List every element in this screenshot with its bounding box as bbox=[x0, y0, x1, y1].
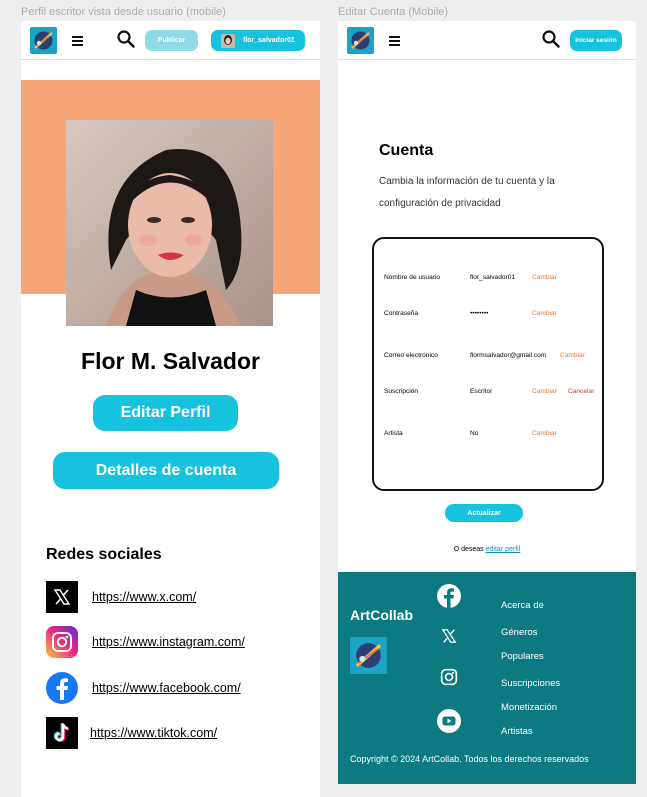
menu-icon[interactable] bbox=[72, 36, 83, 48]
social-link-tiktok[interactable]: https://www.tiktok.com/ bbox=[90, 726, 217, 740]
instagram-icon bbox=[46, 626, 78, 658]
footer-link-monetization[interactable]: Monetización bbox=[501, 702, 557, 713]
youtube-icon[interactable] bbox=[437, 709, 461, 733]
social-row-facebook: https://www.facebook.com/ bbox=[46, 672, 306, 704]
socials-title: Redes sociales bbox=[46, 546, 162, 563]
publish-button[interactable]: Publicar bbox=[145, 30, 198, 51]
change-subscription-link[interactable]: Cambiar bbox=[532, 388, 557, 395]
footer-link-subscriptions[interactable]: Suscripciones bbox=[501, 678, 560, 689]
account-title: Cuenta bbox=[379, 142, 434, 159]
top-navbar: Publicar flor_salvador01 bbox=[21, 21, 320, 60]
edit-profile-prefix: O deseas bbox=[453, 546, 484, 553]
row-value-subscription: Escritor bbox=[470, 388, 493, 395]
profile-photo bbox=[66, 120, 273, 326]
social-row-instagram: https://www.instagram.com/ bbox=[46, 626, 306, 658]
instagram-icon[interactable] bbox=[437, 665, 461, 689]
menu-icon[interactable] bbox=[389, 36, 400, 48]
frame-title-account: Editar Cuenta (Mobile) bbox=[338, 6, 449, 18]
artcollab-logo[interactable] bbox=[347, 27, 374, 54]
row-label-subscription: Suscripción bbox=[384, 388, 419, 395]
edit-profile-link[interactable]: editar perfil bbox=[486, 546, 521, 553]
row-label-artist: Artista bbox=[384, 430, 403, 437]
change-password-link[interactable]: Cambiar bbox=[532, 310, 557, 317]
avatar bbox=[221, 33, 235, 48]
row-label-email: Correo electrónico bbox=[384, 352, 438, 359]
frame-title-profile: Perfil escritor vista desde usuario (mob… bbox=[21, 6, 226, 18]
username-label: flor_salvador01 bbox=[243, 37, 295, 44]
search-icon[interactable] bbox=[117, 30, 135, 53]
change-username-link[interactable]: Cambiar bbox=[532, 274, 557, 281]
row-value-artist: No bbox=[470, 430, 479, 437]
artcollab-logo[interactable] bbox=[30, 27, 57, 54]
user-menu-button[interactable]: flor_salvador01 bbox=[211, 30, 305, 51]
cancel-subscription-link[interactable]: Cancelar bbox=[568, 388, 594, 395]
account-screen: Iniciar sesión Cuenta Cambia la informac… bbox=[338, 21, 636, 784]
footer-link-genres[interactable]: Géneros bbox=[501, 627, 537, 638]
top-navbar: Iniciar sesión bbox=[338, 21, 636, 60]
social-link-facebook[interactable]: https://www.facebook.com/ bbox=[92, 681, 241, 695]
social-row-x: https://www.x.com/ bbox=[46, 581, 306, 613]
tiktok-icon bbox=[46, 717, 78, 749]
change-artist-link[interactable]: Cambiar bbox=[532, 430, 557, 437]
row-label-username: Nombre de usuario bbox=[384, 274, 441, 281]
change-email-link[interactable]: Cambiar bbox=[560, 352, 585, 359]
account-settings-card: Nombre de usuario flor_salvador01 Cambia… bbox=[372, 237, 604, 491]
profile-name: Flor M. Salvador bbox=[81, 348, 260, 374]
social-link-instagram[interactable]: https://www.instagram.com/ bbox=[92, 635, 245, 649]
row-label-password: Contraseña bbox=[384, 310, 419, 317]
account-description: Cambia la información de tu cuenta y la … bbox=[379, 176, 555, 209]
row-value-email: flormsalvador@gmail.com bbox=[470, 352, 547, 359]
footer-link-about[interactable]: Acerca de bbox=[501, 600, 544, 611]
edit-profile-prompt: O deseas editar perfil bbox=[338, 546, 636, 553]
row-value-password: •••••••• bbox=[470, 310, 489, 317]
facebook-icon bbox=[46, 672, 78, 704]
footer: ArtCollab Acerca de Géneros Populares Su… bbox=[338, 572, 636, 784]
social-link-x[interactable]: https://www.x.com/ bbox=[92, 590, 196, 604]
search-icon[interactable] bbox=[542, 30, 560, 53]
account-details-button[interactable]: Detalles de cuenta bbox=[53, 452, 279, 489]
footer-link-popular[interactable]: Populares bbox=[501, 651, 544, 662]
social-row-tiktok: https://www.tiktok.com/ bbox=[46, 717, 306, 749]
footer-brand: ArtCollab bbox=[350, 607, 413, 623]
footer-logo bbox=[350, 637, 387, 674]
footer-copyright: Copyright © 2024 ArtCollab. Todos los de… bbox=[350, 754, 589, 764]
x-icon bbox=[46, 581, 78, 613]
facebook-icon[interactable] bbox=[437, 584, 461, 608]
footer-link-artists[interactable]: Artistas bbox=[501, 726, 533, 737]
x-icon[interactable] bbox=[437, 624, 461, 648]
row-value-username: flor_salvador01 bbox=[470, 274, 516, 281]
edit-profile-button[interactable]: Editar Perfil bbox=[93, 395, 238, 431]
profile-screen: Publicar flor_salvador01 Flor M. Salvado… bbox=[21, 21, 320, 797]
login-button[interactable]: Iniciar sesión bbox=[570, 30, 622, 51]
update-button[interactable]: Actualizar bbox=[445, 504, 523, 522]
